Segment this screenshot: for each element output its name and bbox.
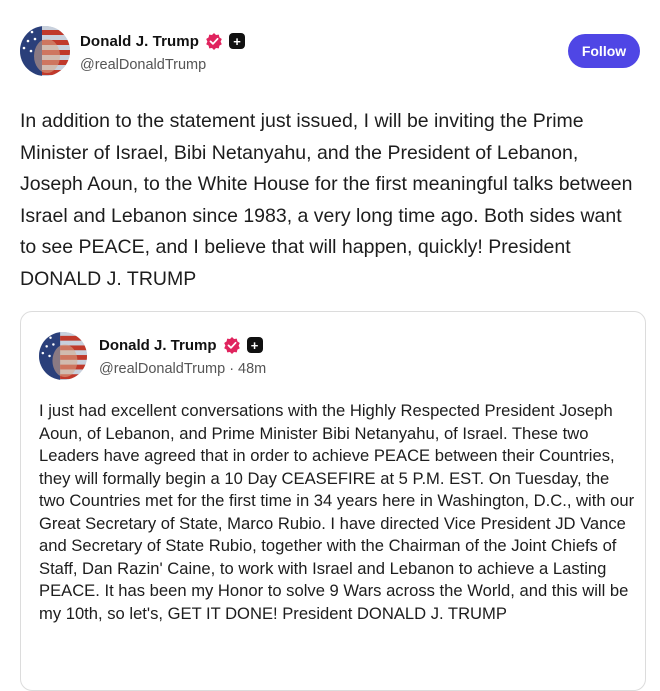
author-handle[interactable]: @realDonaldTrump bbox=[80, 57, 206, 73]
quoted-author-name[interactable]: Donald J. Trump bbox=[99, 337, 217, 354]
post-header: Donald J. Trump + @realDonaldTrump Follo… bbox=[20, 26, 648, 82]
quoted-timestamp[interactable]: 48m bbox=[238, 361, 266, 377]
post-text: In addition to the statement just issued… bbox=[20, 110, 633, 290]
avatar[interactable] bbox=[20, 26, 70, 76]
quoted-post-text: I just had excellent conversations with … bbox=[39, 401, 635, 623]
verified-badge-icon bbox=[223, 336, 241, 354]
verified-badge-icon bbox=[205, 32, 223, 50]
quoted-avatar[interactable] bbox=[39, 332, 87, 380]
quoted-meta: @realDonaldTrump · 48m bbox=[99, 361, 266, 377]
meta-separator: · bbox=[229, 361, 235, 377]
author-name-row: Donald J. Trump + bbox=[80, 32, 246, 50]
quoted-post-card[interactable]: Donald J. Trump + @realDonaldTrump · 48m I… bbox=[20, 311, 646, 691]
follow-button[interactable]: Follow bbox=[568, 34, 640, 68]
plus-badge-icon: + bbox=[229, 33, 246, 49]
quoted-author-handle[interactable]: @realDonaldTrump bbox=[99, 361, 225, 377]
plus-badge-icon: + bbox=[246, 337, 263, 353]
quoted-author-name-row: Donald J. Trump + bbox=[99, 336, 263, 354]
author-name[interactable]: Donald J. Trump bbox=[80, 33, 199, 50]
